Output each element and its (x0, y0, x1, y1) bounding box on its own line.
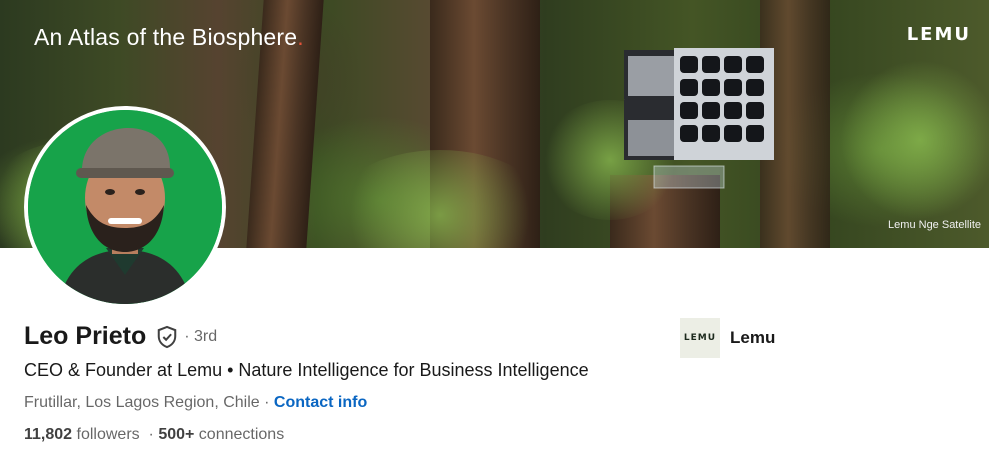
profile-name: Leo Prieto (24, 322, 147, 350)
stats-separator: · (139, 426, 159, 443)
profile-name-row: Leo Prieto · 3rd (24, 322, 217, 351)
banner-title-text: An Atlas of the Biosphere (34, 24, 298, 50)
banner-title-accent: . (297, 24, 304, 50)
connection-degree: · 3rd (184, 327, 218, 345)
banner-brand-logo: LEMU (906, 24, 971, 45)
followers-count: 11,802 (24, 426, 73, 443)
connections-label[interactable]: connections (194, 426, 284, 443)
profile-location-row: Frutillar, Los Lagos Region, Chile · Con… (24, 394, 367, 412)
company-name: Lemu (730, 328, 776, 347)
company-logo: LEMU (680, 318, 720, 358)
banner-caption: Lemu Nge Satellite (888, 219, 981, 231)
profile-stats-row: 11,802 followers · 500+ connections (24, 426, 284, 444)
contact-info-link[interactable]: Contact info (274, 394, 367, 411)
satellite-image (624, 48, 774, 189)
profile-location: Frutillar, Los Lagos Region, Chile (24, 394, 260, 411)
foliage (840, 60, 989, 220)
location-separator: · (259, 394, 274, 411)
avatar-portrait (28, 110, 222, 304)
profile-avatar[interactable] (24, 106, 226, 308)
shield-check-icon[interactable] (156, 325, 178, 349)
banner-title: An Atlas of the Biosphere. (34, 24, 304, 51)
connections-count[interactable]: 500+ (158, 426, 194, 443)
current-company-link[interactable]: LEMU Lemu (680, 318, 775, 358)
profile-headline: CEO & Founder at Lemu • Nature Intellige… (24, 360, 589, 380)
followers-label: followers (72, 426, 140, 443)
